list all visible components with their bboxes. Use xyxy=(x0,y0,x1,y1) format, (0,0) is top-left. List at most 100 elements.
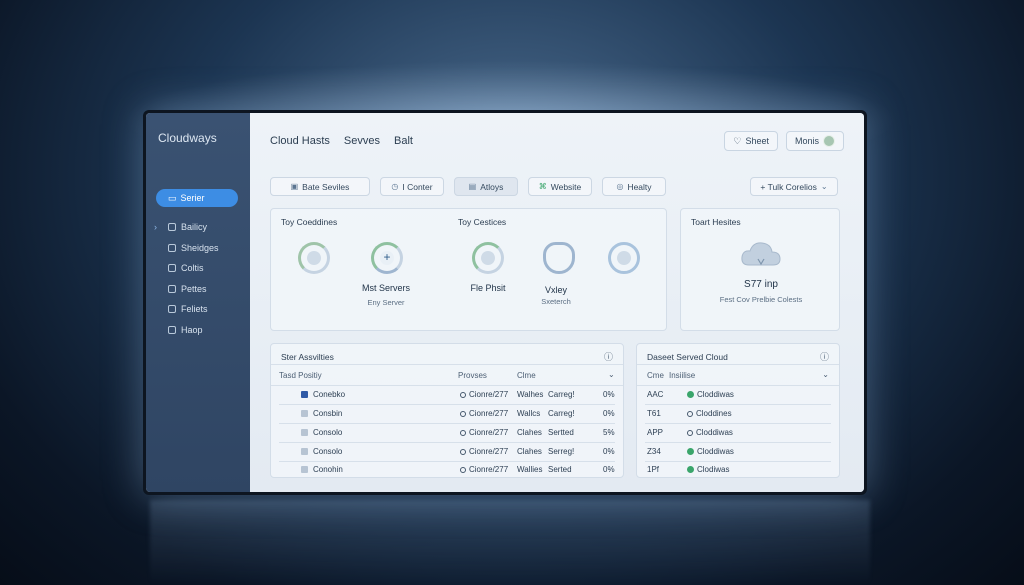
link-icon xyxy=(168,264,176,273)
sidebar-item-label: Pettes xyxy=(181,283,207,294)
table-row[interactable]: AAC Cloddiwas xyxy=(637,385,839,404)
profile-button[interactable]: Monis xyxy=(785,131,844,151)
table-row[interactable]: Consolo Cionre/277 Clahes Serreg! 0% xyxy=(271,442,623,461)
grid-icon xyxy=(168,325,176,334)
cloud-panel: Daseet Served Cloud ⓘ Cme Insiilise ⌄ AA… xyxy=(636,343,840,478)
doc-icon xyxy=(168,223,176,232)
brand-logo: Cloudways xyxy=(158,131,217,145)
clock-icon: ◷ xyxy=(391,182,399,191)
sidebar-primary-button[interactable]: ▭ Serier xyxy=(156,189,238,207)
tab-balt[interactable]: Balt xyxy=(394,135,413,147)
sidebar-item-6[interactable]: Haop xyxy=(146,320,250,341)
check-icon xyxy=(687,466,694,473)
chip-label: Atloys xyxy=(480,181,504,192)
chip-counter[interactable]: ◷ I Conter xyxy=(380,177,444,196)
sidebar-item-2[interactable]: Sheidges xyxy=(146,238,250,259)
row-status: Cloddines xyxy=(687,409,732,418)
tab-services[interactable]: Sevves xyxy=(344,135,380,147)
chip-label: I Conter xyxy=(402,181,433,192)
row-checkbox[interactable] xyxy=(301,448,308,455)
server-icon: ▭ xyxy=(168,192,177,203)
table-row[interactable]: Z34 Cloddiwas xyxy=(637,442,839,461)
col-process: Provses xyxy=(458,371,487,380)
chip-bulk-actions[interactable]: + Tulk Corelios ⌄ xyxy=(750,177,838,196)
sidebar-item-label: Haop xyxy=(181,324,203,335)
row-c1: Wallies xyxy=(517,465,543,474)
chip-atloys[interactable]: ▤ Atloys xyxy=(454,177,518,196)
table-row[interactable]: Consbin Cionre/277 Wallcs Carreg! 0% xyxy=(271,404,623,423)
filter-toolbar: ▣ Bate Seviles ◷ I Conter ▤ Atloys ⌘ Web… xyxy=(270,177,838,196)
row-checkbox[interactable] xyxy=(301,391,308,398)
lock-icon: ▤ xyxy=(468,182,477,191)
code-icon: ⌘ xyxy=(538,182,547,191)
sidebar-primary-label: Serier xyxy=(180,193,205,203)
table-row[interactable]: Conohin Cionre/277 Wallies Serted 0% xyxy=(271,460,623,479)
check-icon xyxy=(687,448,694,455)
sidebar-item-label: Feliets xyxy=(181,304,208,315)
hosting-title: Toart Hesites xyxy=(691,217,741,227)
overview-left-title: Toy Coeddines xyxy=(281,217,338,227)
chip-bate-seviles[interactable]: ▣ Bate Seviles xyxy=(270,177,370,196)
row-process: Cionre/277 xyxy=(460,465,508,474)
user-chart-icon xyxy=(298,242,330,274)
table-row[interactable]: Conebko Cionre/277 Walhes Carreg! 0% xyxy=(271,385,623,404)
top-bar: Cloud Hasts Sevves Balt ♡ Sheet Monis xyxy=(250,113,864,169)
row-pct: 0% xyxy=(603,409,615,418)
sidebar-item-5[interactable]: Feliets xyxy=(146,299,250,320)
row-c2: Serted xyxy=(548,465,572,474)
pin-icon xyxy=(168,305,176,314)
row-process: Cionre/277 xyxy=(460,409,508,418)
hosting-sub: Fest Cov Prelbie Colests xyxy=(719,295,803,304)
row-pct: 0% xyxy=(603,390,615,399)
profile-label: Monis xyxy=(794,136,819,146)
hosting-value: S77 inp xyxy=(744,279,778,290)
row-c2: Sertted xyxy=(548,428,574,437)
row-c2: Serreg! xyxy=(548,447,575,456)
network-icon xyxy=(608,242,640,274)
sheet-label: Sheet xyxy=(745,136,769,146)
row-process: Cionre/277 xyxy=(460,447,508,456)
row-pct: 5% xyxy=(603,428,615,437)
tab-cloud-hosts[interactable]: Cloud Hasts xyxy=(270,135,330,147)
sidebar-item-label: Sheidges xyxy=(181,242,219,253)
chevron-down-icon[interactable]: ⌄ xyxy=(822,370,829,379)
row-status: Cloddiwas xyxy=(687,428,733,437)
top-actions: ♡ Sheet Monis xyxy=(724,131,844,151)
app-window: Cloudways ▭ Serier › Bailicy Sheidges Co… xyxy=(146,113,864,492)
overview-right-title: Toy Cestices xyxy=(458,217,507,227)
sidebar-item-label: Bailicy xyxy=(181,222,208,233)
desk-reflection xyxy=(150,500,870,585)
info-icon[interactable]: ⓘ xyxy=(604,350,613,363)
stat-sub-1: Eny Server xyxy=(367,298,405,307)
shield-icon xyxy=(543,242,575,274)
row-checkbox[interactable] xyxy=(301,410,308,417)
col-task: Tasd Positiy xyxy=(279,371,322,380)
avatar xyxy=(823,135,835,147)
row-name: Conohin xyxy=(313,465,343,474)
add-server-icon[interactable]: + xyxy=(371,242,403,274)
chip-website[interactable]: ⌘ Website xyxy=(528,177,592,196)
row-process: Cionre/277 xyxy=(460,428,508,437)
chip-label: Bate Seviles xyxy=(302,181,350,192)
activity-title: Ster Assvilties xyxy=(281,352,334,362)
row-status: Cloddiwas xyxy=(687,447,734,456)
table-row[interactable]: 1Pf Clodiwas xyxy=(637,460,839,479)
sheet-button[interactable]: ♡ Sheet xyxy=(724,131,778,151)
table-row[interactable]: T61 Cloddines xyxy=(637,404,839,423)
overview-panel: Toy Coeddines Toy Cestices + Mst Servers… xyxy=(270,208,667,331)
row-checkbox[interactable] xyxy=(301,466,308,473)
sidebar-item-3[interactable]: Coltis xyxy=(146,258,250,279)
col-cme: Cme xyxy=(647,371,664,380)
chip-healty[interactable]: ◎ Healty xyxy=(602,177,666,196)
info-icon[interactable]: ⓘ xyxy=(820,350,829,363)
chevron-down-icon[interactable]: ⌄ xyxy=(608,370,615,379)
divider xyxy=(271,364,623,365)
sidebar-item-4[interactable]: Pettes xyxy=(146,279,250,300)
row-pct: 0% xyxy=(603,447,615,456)
sidebar-item-1[interactable]: › Bailicy xyxy=(146,217,250,238)
table-row[interactable]: APP Cloddiwas xyxy=(637,423,839,442)
row-name: Consolo xyxy=(313,447,343,456)
table-row[interactable]: Consolo Cionre/277 Clahes Sertted 5% xyxy=(271,423,623,442)
monitor-frame: Cloudways ▭ Serier › Bailicy Sheidges Co… xyxy=(143,110,867,495)
row-checkbox[interactable] xyxy=(301,429,308,436)
